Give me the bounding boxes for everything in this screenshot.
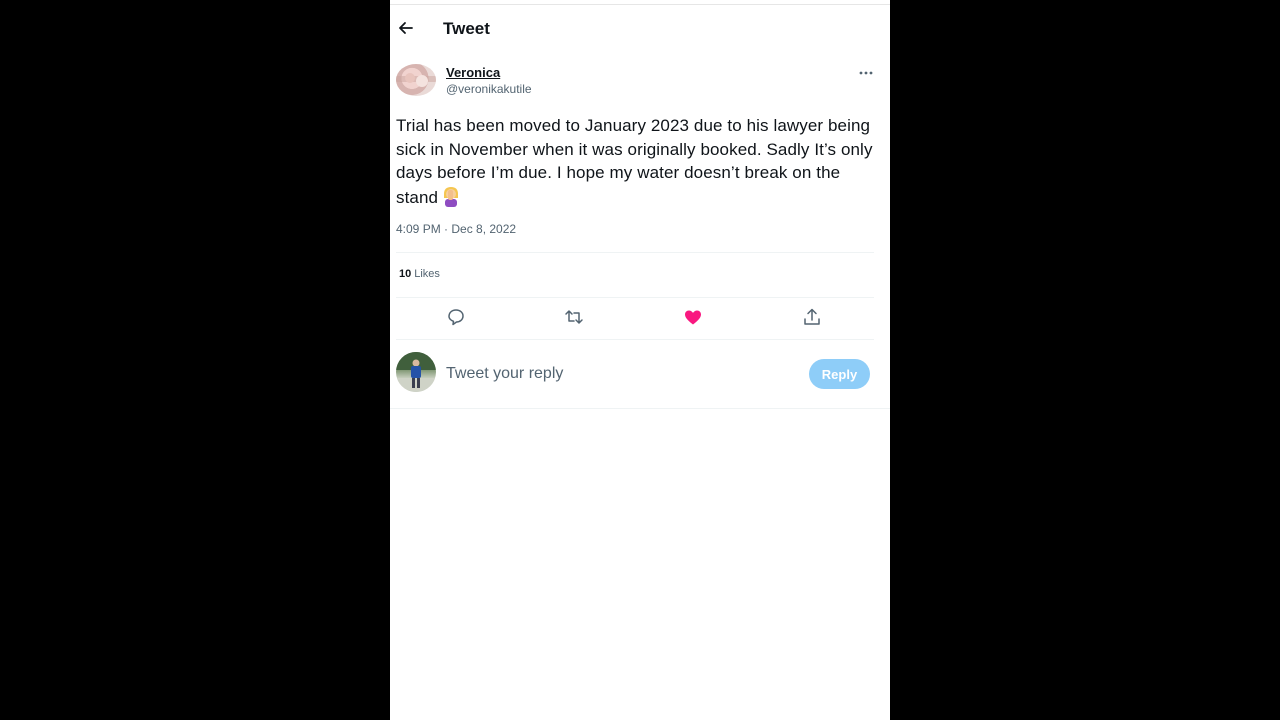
author-row: Veronica @veronikakutile <box>396 64 876 100</box>
page-title: Tweet <box>443 19 490 38</box>
share-icon[interactable] <box>800 305 824 329</box>
tweet-panel: Tweet Veronica @veronikakutile Trial has… <box>390 0 890 720</box>
divider <box>396 252 874 253</box>
tweet-text: Trial has been moved to January 2023 due… <box>396 116 873 207</box>
divider <box>396 297 874 298</box>
woman-facepalming-emoji-icon <box>441 185 461 207</box>
likes-stat[interactable]: 10 Likes <box>399 268 440 280</box>
reply-button[interactable]: Reply <box>809 359 870 389</box>
back-arrow-icon[interactable] <box>396 18 416 38</box>
reply-icon[interactable] <box>444 305 468 329</box>
author-handle[interactable]: @veronikakutile <box>446 82 532 96</box>
reply-composer: Reply <box>390 350 890 398</box>
tweet-text-block: Trial has been moved to January 2023 due… <box>396 114 874 209</box>
author-name[interactable]: Veronica <box>446 65 500 80</box>
more-options-icon[interactable] <box>858 66 874 78</box>
reply-input[interactable] <box>446 362 766 386</box>
likes-count: 10 <box>399 268 412 280</box>
author-avatar[interactable] <box>396 64 436 96</box>
retweet-icon[interactable] <box>562 305 586 329</box>
top-divider <box>390 4 890 5</box>
likes-label: Likes <box>414 268 440 280</box>
divider <box>390 408 890 409</box>
tweet-actions <box>390 305 890 329</box>
tweet-timestamp[interactable]: 4:09 PM · Dec 8, 2022 <box>396 222 516 236</box>
divider <box>396 339 874 340</box>
like-heart-icon[interactable] <box>681 305 705 329</box>
header: Tweet <box>390 8 890 50</box>
user-avatar[interactable] <box>396 352 436 392</box>
